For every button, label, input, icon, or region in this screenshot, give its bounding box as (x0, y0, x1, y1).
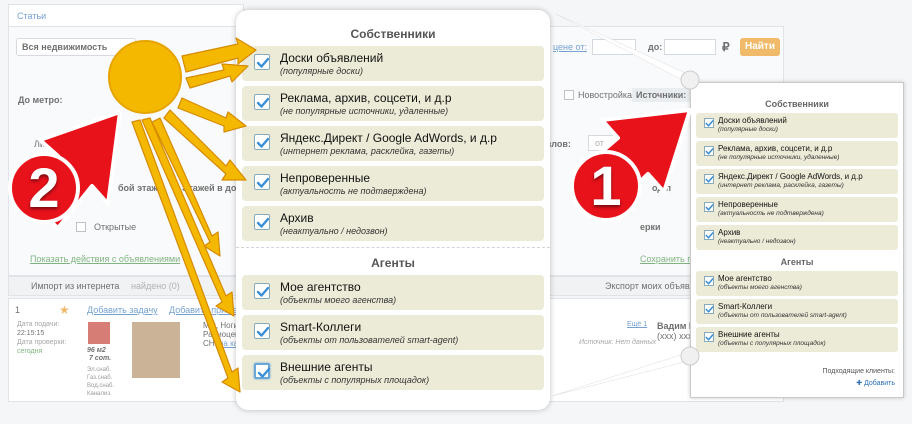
option-label: Яндекс.Директ / Google AdWords, и д.р (718, 172, 863, 181)
agents-option[interactable]: Мое агентство (объекты моего агенства) (242, 275, 544, 310)
owners-section-title: Собственники (350, 27, 436, 41)
checkbox-icon[interactable] (254, 214, 270, 230)
option-label: Яндекс.Директ / Google AdWords, и д.р (280, 131, 497, 145)
mini-agents-option[interactable]: Внешние агенты (объекты с популярных площ… (696, 327, 898, 352)
option-description: (актуальность не подтверждена) (280, 186, 427, 196)
owners-list: Доски объявлений (популярные доски) Реклам… (236, 46, 550, 241)
option-label: Доски объявлений (280, 51, 384, 65)
option-label: Smart-Коллеги (280, 320, 362, 334)
checkbox-icon[interactable] (254, 323, 270, 339)
checkbox-icon[interactable] (254, 134, 270, 150)
mini-owners-option[interactable]: Яндекс.Директ / Google AdWords, и д.р (ин… (696, 169, 898, 194)
option-label: Мое агентство (280, 280, 361, 294)
option-description: (интернет реклама, расклейка, газеты) (280, 146, 455, 156)
owners-option[interactable]: Реклама, архив, соцсети, и д.р (не популя… (242, 86, 544, 121)
mini-clients-add-link[interactable]: ✚ Добавить (856, 379, 895, 387)
mini-owners-option[interactable]: Архив (неактуально / недозвон) (696, 225, 898, 250)
option-label: Реклама, архив, соцсети, и д.р (280, 91, 452, 105)
mini-agents-option[interactable]: Smart-Коллеги (объекты от пользователей s… (696, 299, 898, 324)
marker-1: 1 (590, 154, 622, 217)
checkbox-icon[interactable] (254, 363, 271, 379)
option-label: Smart-Коллеги (718, 302, 773, 311)
checkbox-icon[interactable] (704, 276, 714, 286)
option-description: (объекты от пользователей smart-agent) (280, 335, 459, 345)
option-label: Внешние агенты (280, 360, 373, 374)
option-description: (не популярные источники, удаленные) (280, 106, 449, 116)
checkbox-icon[interactable] (254, 283, 270, 299)
option-label: Непроверенные (280, 171, 370, 185)
checkbox-icon[interactable] (704, 230, 714, 240)
checkbox-icon[interactable] (254, 94, 270, 110)
option-description: (популярные доски) (280, 66, 364, 76)
checkbox-icon[interactable] (704, 118, 714, 128)
option-label: Доски объявлений (718, 116, 787, 125)
marker-2: 2 (28, 156, 60, 219)
checkbox-icon[interactable] (704, 304, 714, 314)
mini-agents-title: Агенты (780, 257, 814, 267)
option-label: Архив (718, 228, 741, 237)
checkbox-icon[interactable] (254, 54, 270, 70)
option-description: (не популярные источники, удаленные) (718, 154, 840, 161)
option-label: Архив (280, 211, 314, 225)
option-label: Внешние агенты (718, 330, 780, 339)
option-description: (объекты с популярных площадок) (280, 375, 430, 385)
mini-owners-option[interactable]: Доски объявлений (популярные доски) (696, 113, 898, 138)
mini-owners-option[interactable]: Непроверенные (актуальность не подтвержде… (696, 197, 898, 222)
mini-owners-title: Собственники (765, 99, 829, 109)
checkbox-icon[interactable] (704, 332, 714, 342)
mini-owners-option[interactable]: Реклама, архив, соцсети, и д.р (не популя… (696, 141, 898, 166)
mini-clients-add-label: Добавить (864, 380, 895, 387)
owners-option[interactable]: Непроверенные (актуальность не подтвержде… (242, 166, 544, 201)
mini-agents-option[interactable]: Мое агентство (объекты моего агенства) (696, 271, 898, 296)
checkbox-icon[interactable] (704, 174, 714, 184)
option-description: (актуальность не подтверждена) (718, 210, 824, 217)
checkbox-icon[interactable] (704, 146, 714, 156)
checkbox-icon[interactable] (704, 202, 714, 212)
option-description: (объекты моего агенства) (280, 295, 397, 305)
option-description: (объекты от пользователей smart-agent) (718, 312, 847, 319)
agents-option[interactable]: Внешние агенты (объекты с популярных площ… (242, 355, 544, 390)
agents-option[interactable]: Smart-Коллеги (объекты от пользователей s… (242, 315, 544, 350)
mini-clients-label: Подходящие клиенты: (822, 368, 895, 375)
agents-section-title: Агенты (236, 247, 550, 275)
option-description: (объекты моего агенства) (718, 284, 802, 291)
option-description: (объекты с популярных площадок) (718, 340, 826, 347)
owners-option[interactable]: Архив (неактуально / недозвон) (242, 206, 544, 241)
option-label: Реклама, архив, соцсети, и д.р (718, 144, 833, 153)
option-description: (интернет реклама, расклейка, газеты) (718, 182, 844, 189)
option-label: Мое агентство (718, 274, 772, 283)
option-description: (неактуально / недозвон) (718, 238, 796, 245)
option-description: (неактуально / недозвон) (280, 226, 388, 236)
owners-option[interactable]: Доски объявлений (популярные доски) (242, 46, 544, 81)
option-label: Непроверенные (718, 200, 778, 209)
owners-option[interactable]: Яндекс.Директ / Google AdWords, и д.р (ин… (242, 126, 544, 161)
checkbox-icon[interactable] (254, 174, 270, 190)
agents-list: Мое агентство (объекты моего агенства) Sma… (236, 275, 550, 390)
option-description: (популярные доски) (718, 126, 778, 133)
sources-dropdown-original: Собственники Доски объявлений (популярные… (690, 82, 904, 398)
sources-dropdown-zoomed: Собственники Доски объявлений (популярные… (236, 10, 550, 410)
